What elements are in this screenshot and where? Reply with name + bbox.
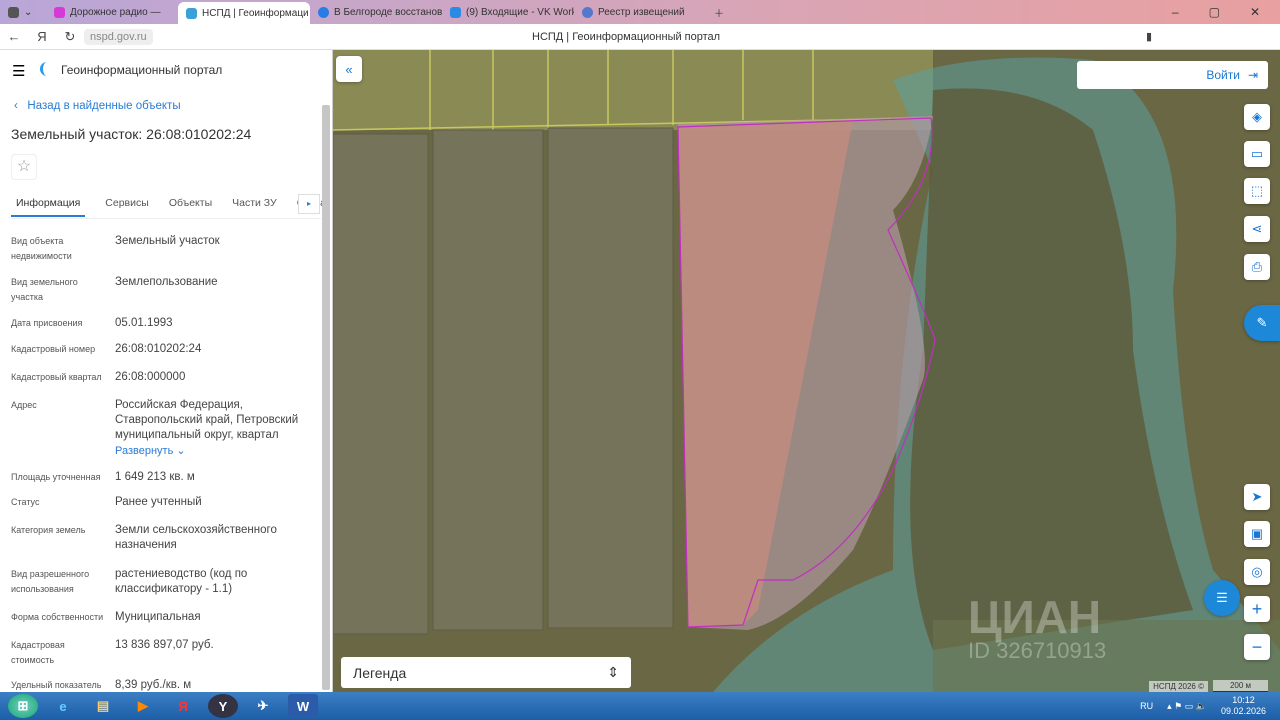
tab-objects[interactable]: Объекты: [169, 194, 212, 217]
object-title: Земельный участок: 26:08:010202:24: [11, 126, 252, 142]
address-bar: ← Я ↻ nspd.gov.ru НСПД | Геоинформационн…: [0, 24, 1280, 50]
reload-icon[interactable]: ↻: [56, 29, 84, 45]
language-indicator[interactable]: RU: [1140, 701, 1153, 711]
chat-icon[interactable]: ☰: [1204, 580, 1240, 616]
vk-icon: [450, 6, 461, 18]
maximize-button[interactable]: ▢: [1209, 5, 1220, 19]
panel-scrollbar[interactable]: [322, 105, 330, 690]
menu-icon[interactable]: ☰: [12, 62, 25, 80]
geolocation-icon[interactable]: ➤: [1244, 484, 1270, 510]
copyright: НСПД 2026 ©: [1149, 681, 1208, 692]
bookmark-icon[interactable]: ▮: [1146, 30, 1152, 43]
tray-icons[interactable]: ▴ ⚑ ▭ 🔈: [1167, 701, 1207, 712]
login-button[interactable]: Войти ⇥: [1077, 61, 1268, 89]
nspd-icon: [186, 7, 197, 19]
logo-icon: [40, 62, 54, 76]
page-title: НСПД | Геоинформационный портал: [532, 31, 721, 43]
favorite-star-icon[interactable]: ☆: [11, 154, 37, 180]
tab-services[interactable]: Сервисы: [105, 194, 149, 217]
portal-title: Геоинформационный портал: [61, 63, 223, 77]
layers-icon[interactable]: ◈: [1244, 104, 1270, 130]
yandex-icon[interactable]: Я: [168, 694, 198, 718]
tab-info[interactable]: Информация: [11, 194, 86, 217]
back-icon[interactable]: ←: [0, 29, 28, 44]
ie-icon[interactable]: e: [48, 694, 78, 718]
clock[interactable]: 10:12 09.02.2026: [1221, 695, 1266, 717]
watermark-id: ID 326710913: [968, 638, 1107, 663]
expand-link[interactable]: Развернуть ⌄: [115, 444, 186, 457]
login-icon: ⇥: [1247, 68, 1258, 82]
watermark: ЦИАН: [968, 591, 1102, 643]
browser-tab[interactable]: (9) Входящие - VK WorkM: [442, 1, 574, 23]
back-link[interactable]: ‹ Назад в найденные объекты: [14, 100, 181, 112]
scale-bar: 200 м: [1213, 680, 1268, 692]
explorer-icon[interactable]: ▤: [88, 694, 118, 718]
mail-icon: [318, 6, 329, 18]
browser-tab-active[interactable]: НСПД | Геоинформаци✕: [178, 2, 310, 24]
yandex-icon[interactable]: Я: [28, 29, 56, 44]
scanner-icon[interactable]: ✈: [248, 694, 278, 718]
ruler-icon[interactable]: ▭: [1244, 141, 1270, 167]
zoom-in-button[interactable]: +: [1244, 596, 1270, 622]
tab-parts[interactable]: Части ЗУ: [232, 194, 277, 217]
share-icon[interactable]: ⋖: [1244, 216, 1270, 242]
collapse-panel-button[interactable]: «: [336, 56, 362, 82]
info-tabs: Информация Сервисы Объекты Части ЗУ Сост…: [11, 194, 325, 217]
start-button[interactable]: ⊞: [8, 694, 38, 718]
feedback-icon[interactable]: ✎: [1244, 305, 1280, 341]
close-window-button[interactable]: ✕: [1250, 5, 1260, 19]
map-view[interactable]: « Войти ⇥ ◈ ▭ ⬚ ⋖ ⎙ ✎ ➤ ▣ ◎ ☰ + − ЦИАН ID…: [333, 50, 1280, 692]
url-field[interactable]: nspd.gov.ru: [84, 28, 153, 45]
select-area-icon[interactable]: ⬚: [1244, 178, 1270, 204]
browser-tab[interactable]: Дорожное радио —: [46, 1, 178, 23]
tab-menu[interactable]: ⌄: [0, 1, 46, 23]
browser-tab[interactable]: Реестр извещений: [574, 1, 706, 23]
emblem-icon: [582, 6, 593, 18]
yandex-browser-icon[interactable]: Y: [208, 694, 238, 718]
browser-tab-bar: ⌄ Дорожное радио — НСПД | Геоинформаци✕ …: [0, 0, 1280, 24]
radio-icon: [54, 6, 65, 18]
minimize-button[interactable]: –: [1172, 5, 1179, 19]
info-panel: ☰ Геоинформационный портал ‹ Назад в най…: [0, 50, 333, 692]
media-icon[interactable]: ▶: [128, 694, 158, 718]
browser-tab[interactable]: В Белгороде восстанови: [310, 1, 442, 23]
map-imagery: [333, 50, 1280, 692]
word-icon[interactable]: W: [288, 694, 318, 718]
taskbar: ⊞ e ▤ ▶ Я Y ✈ W RU ▴ ⚑ ▭ 🔈 10:12 09.02.20…: [0, 692, 1280, 720]
legend-dropdown[interactable]: Легенда ⇕: [341, 657, 631, 688]
minimap-icon[interactable]: ▣: [1244, 521, 1270, 547]
location-search-icon[interactable]: ◎: [1244, 559, 1270, 585]
zoom-out-button[interactable]: −: [1244, 634, 1270, 660]
chevron-updown-icon: ⇕: [607, 664, 619, 680]
print-icon[interactable]: ⎙: [1244, 254, 1270, 280]
tabs-scroll-right-button[interactable]: ▸: [298, 194, 320, 214]
new-tab-button[interactable]: ＋: [706, 1, 736, 23]
